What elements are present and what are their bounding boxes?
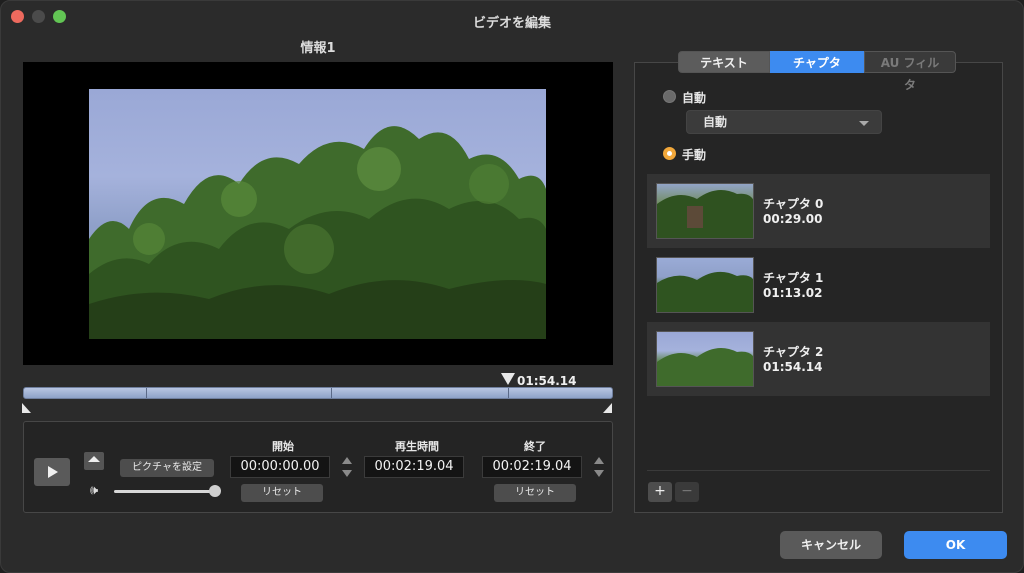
tab-au-filter[interactable]: AU フィルタ bbox=[864, 51, 956, 92]
chapter-tick bbox=[331, 388, 332, 398]
chevron-down-icon bbox=[859, 121, 869, 126]
end-label: 終了 bbox=[524, 440, 546, 453]
remove-chapter-button[interactable]: − bbox=[675, 482, 699, 502]
list-divider bbox=[647, 470, 990, 471]
start-label: 開始 bbox=[272, 440, 294, 453]
set-picture-button[interactable]: ピクチャを設定 bbox=[120, 459, 214, 477]
timeline-scrubber[interactable] bbox=[23, 387, 613, 399]
tab-text[interactable]: テキスト bbox=[678, 51, 770, 73]
trim-start-handle[interactable] bbox=[22, 403, 31, 413]
volume-slider[interactable] bbox=[114, 490, 214, 493]
duration-field: 00:02:19.04 bbox=[364, 456, 464, 478]
chapter-tick bbox=[508, 388, 509, 398]
eject-icon[interactable] bbox=[84, 452, 104, 470]
chapter-thumbnail bbox=[656, 257, 754, 313]
volume-icon: 🕪 bbox=[90, 483, 99, 498]
auto-radio[interactable] bbox=[663, 90, 676, 103]
chapter-time: 00:29.00 bbox=[763, 212, 823, 226]
video-preview[interactable] bbox=[23, 62, 613, 365]
end-time-field[interactable]: 00:02:19.04 bbox=[482, 456, 582, 478]
chapter-name: チャプタ 1 bbox=[763, 271, 824, 285]
chapter-item[interactable]: チャプタ 1 01:13.02 bbox=[647, 248, 990, 322]
end-reset-button[interactable]: リセット bbox=[494, 484, 576, 502]
tree-foliage-image bbox=[89, 126, 546, 339]
chapter-time: 01:54.14 bbox=[763, 360, 823, 374]
tab-chapters[interactable]: チャプタ bbox=[770, 51, 864, 73]
current-time-label: 01:54.14 bbox=[517, 374, 577, 388]
auto-interval-value: 自動 bbox=[703, 115, 728, 129]
title-bar: ビデオを編集 bbox=[1, 1, 1023, 35]
playhead-marker[interactable] bbox=[501, 373, 515, 385]
chapter-thumbnail bbox=[656, 183, 754, 239]
video-frame bbox=[89, 89, 546, 339]
chapter-item[interactable]: チャプタ 2 01:54.14 bbox=[647, 322, 990, 396]
duration-label: 再生時間 bbox=[395, 440, 439, 453]
volume-slider-knob[interactable] bbox=[209, 485, 221, 497]
panel-tabs: テキスト チャプタ AU フィルタ bbox=[678, 51, 956, 92]
chapter-time: 01:13.02 bbox=[763, 286, 823, 300]
window-title: ビデオを編集 bbox=[472, 16, 551, 31]
ok-button[interactable]: OK bbox=[904, 531, 1007, 559]
video-title: 情報1 bbox=[300, 41, 336, 56]
playback-controls: ピクチャを設定 🕪 開始 00:00:00.00 リセット 再生時間 00:02… bbox=[23, 421, 613, 513]
auto-interval-select[interactable]: 自動 bbox=[686, 110, 882, 134]
add-chapter-button[interactable]: + bbox=[648, 482, 672, 502]
play-button[interactable] bbox=[34, 458, 70, 486]
trim-end-handle[interactable] bbox=[603, 403, 612, 413]
chapter-tick bbox=[146, 388, 147, 398]
chapter-name: チャプタ 0 bbox=[763, 197, 824, 211]
start-reset-button[interactable]: リセット bbox=[241, 484, 323, 502]
auto-radio-label: 自動 bbox=[682, 91, 707, 105]
chapter-item[interactable]: チャプタ 0 00:29.00 bbox=[647, 174, 990, 248]
manual-radio[interactable] bbox=[663, 147, 676, 160]
chapter-thumbnail bbox=[656, 331, 754, 387]
cancel-button[interactable]: キャンセル bbox=[780, 531, 882, 559]
manual-radio-label: 手動 bbox=[682, 148, 707, 162]
edit-video-window: ビデオを編集 情報1 01:54.14 ピクチャを設定 🕪 開始 00:00:0… bbox=[0, 0, 1024, 573]
start-time-field[interactable]: 00:00:00.00 bbox=[230, 456, 330, 478]
chapter-name: チャプタ 2 bbox=[763, 345, 824, 359]
end-time-stepper[interactable] bbox=[594, 455, 604, 479]
start-time-stepper[interactable] bbox=[342, 455, 352, 479]
